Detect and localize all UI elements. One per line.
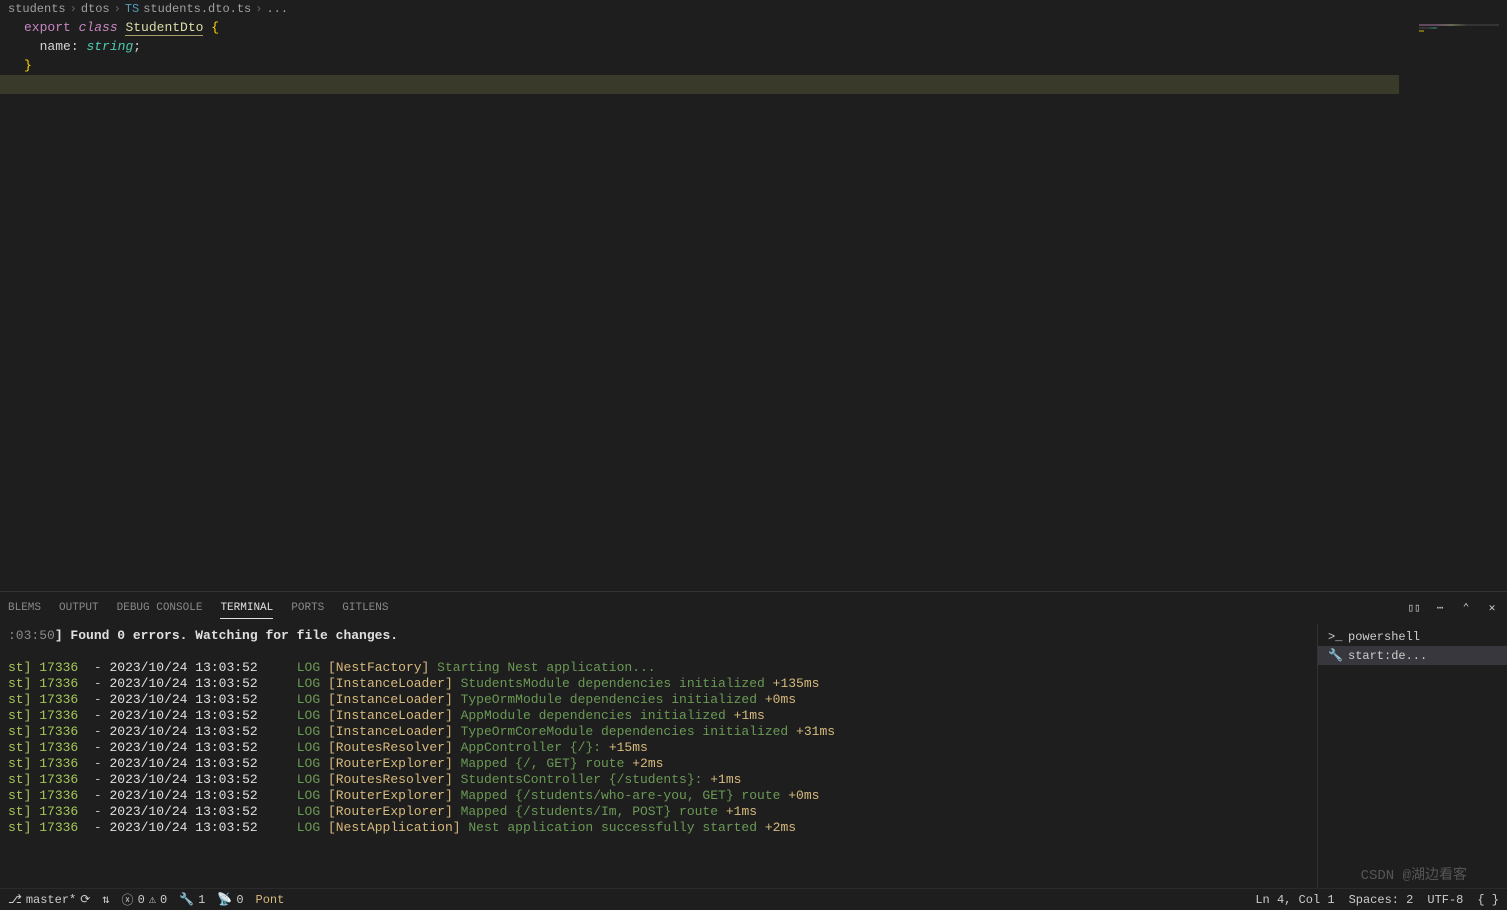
terminal-log-line: st] 17336 - 2023/10/24 13:03:52 LOG [Ins… bbox=[8, 692, 1309, 708]
tab-output[interactable]: OUTPUT bbox=[59, 598, 99, 618]
tools-icon: 🔧 bbox=[179, 892, 194, 907]
code-line[interactable]: export class StudentDto { bbox=[24, 18, 1499, 37]
tab-ports[interactable]: PORTS bbox=[291, 598, 324, 618]
terminal-output[interactable]: :03:50] Found 0 errors. Watching for fil… bbox=[0, 624, 1317, 888]
code-line[interactable]: } bbox=[24, 56, 1499, 75]
terminal-list: >_ powershell 🔧 start:de... bbox=[1317, 624, 1507, 888]
breadcrumb[interactable]: students › dtos › TS students.dto.ts › .… bbox=[0, 0, 1507, 18]
status-cursor-position[interactable]: Ln 4, Col 1 bbox=[1255, 893, 1334, 907]
tab-gitlens[interactable]: GITLENS bbox=[342, 598, 388, 618]
status-indent[interactable]: Spaces: 2 bbox=[1349, 893, 1414, 907]
terminal-icon: >_ bbox=[1328, 630, 1342, 644]
sync-icon: ⇅ bbox=[102, 892, 109, 907]
close-icon[interactable]: ✕ bbox=[1485, 601, 1499, 615]
cursor-line[interactable] bbox=[0, 75, 1399, 94]
sync-icon: ⟳ bbox=[80, 892, 90, 907]
code-line[interactable]: name: string; bbox=[24, 37, 1499, 56]
status-problems[interactable]: ⓧ0 ⚠0 bbox=[122, 891, 168, 908]
more-icon[interactable]: ⋯ bbox=[1433, 601, 1447, 615]
tab-terminal[interactable]: TERMINAL bbox=[220, 598, 273, 619]
warning-icon: ⚠ bbox=[149, 892, 156, 907]
breadcrumb-item[interactable]: students bbox=[8, 2, 66, 16]
panel-tab-bar: BLEMS OUTPUT DEBUG CONSOLE TERMINAL PORT… bbox=[0, 592, 1507, 624]
terminal-log-line: st] 17336 - 2023/10/24 13:03:52 LOG [Nes… bbox=[8, 820, 1309, 836]
terminal-log-line: st] 17336 - 2023/10/24 13:03:52 LOG [Nes… bbox=[8, 660, 1309, 676]
terminal-item-powershell[interactable]: >_ powershell bbox=[1318, 628, 1507, 646]
status-branch[interactable]: ⎇ master* ⟳ bbox=[8, 892, 90, 907]
terminal-log-line: st] 17336 - 2023/10/24 13:03:52 LOG [Rou… bbox=[8, 788, 1309, 804]
code-editor[interactable]: export class StudentDto { name: string; … bbox=[0, 18, 1507, 94]
status-bar: ⎇ master* ⟳ ⇅ ⓧ0 ⚠0 🔧1 📡0 Pont Ln 4, Col… bbox=[0, 888, 1507, 910]
status-radio[interactable]: 📡0 bbox=[217, 892, 243, 907]
chevron-icon: › bbox=[70, 2, 77, 16]
terminal-log-line: st] 17336 - 2023/10/24 13:03:52 LOG [Ins… bbox=[8, 708, 1309, 724]
ts-file-icon: TS bbox=[125, 2, 139, 16]
terminal-item-startdev[interactable]: 🔧 start:de... bbox=[1318, 646, 1507, 665]
status-language[interactable]: { } bbox=[1477, 893, 1499, 907]
status-pont[interactable]: Pont bbox=[256, 893, 285, 907]
terminal-log-line: st] 17336 - 2023/10/24 13:03:52 LOG [Rou… bbox=[8, 804, 1309, 820]
minimap[interactable] bbox=[1419, 24, 1499, 30]
status-encoding[interactable]: UTF-8 bbox=[1427, 893, 1463, 907]
terminal-log-line: st] 17336 - 2023/10/24 13:03:52 LOG [Ins… bbox=[8, 724, 1309, 740]
editor-empty-area[interactable] bbox=[0, 94, 1507, 591]
status-tools[interactable]: 🔧1 bbox=[179, 892, 205, 907]
terminal-log-line: st] 17336 - 2023/10/24 13:03:52 LOG [Rou… bbox=[8, 772, 1309, 788]
wrench-icon: 🔧 bbox=[1328, 648, 1342, 663]
branch-icon: ⎇ bbox=[8, 892, 22, 907]
tab-debug-console[interactable]: DEBUG CONSOLE bbox=[117, 598, 203, 618]
chevron-up-icon[interactable]: ⌃ bbox=[1459, 601, 1473, 615]
status-sync[interactable]: ⇅ bbox=[102, 892, 109, 907]
error-icon: ⓧ bbox=[122, 891, 134, 908]
tab-problems[interactable]: BLEMS bbox=[8, 598, 41, 618]
terminal-log-line: st] 17336 - 2023/10/24 13:03:52 LOG [Rou… bbox=[8, 756, 1309, 772]
chevron-icon: › bbox=[255, 2, 262, 16]
breadcrumb-item[interactable]: students.dto.ts bbox=[143, 2, 251, 16]
breadcrumb-item[interactable]: dtos bbox=[81, 2, 110, 16]
split-terminal-icon[interactable]: ▯▯ bbox=[1407, 601, 1421, 615]
radio-icon: 📡 bbox=[217, 892, 232, 907]
terminal-log-line: st] 17336 - 2023/10/24 13:03:52 LOG [Rou… bbox=[8, 740, 1309, 756]
chevron-icon: › bbox=[114, 2, 121, 16]
bottom-panel: BLEMS OUTPUT DEBUG CONSOLE TERMINAL PORT… bbox=[0, 591, 1507, 888]
terminal-log-line: st] 17336 - 2023/10/24 13:03:52 LOG [Ins… bbox=[8, 676, 1309, 692]
breadcrumb-item[interactable]: ... bbox=[266, 2, 288, 16]
